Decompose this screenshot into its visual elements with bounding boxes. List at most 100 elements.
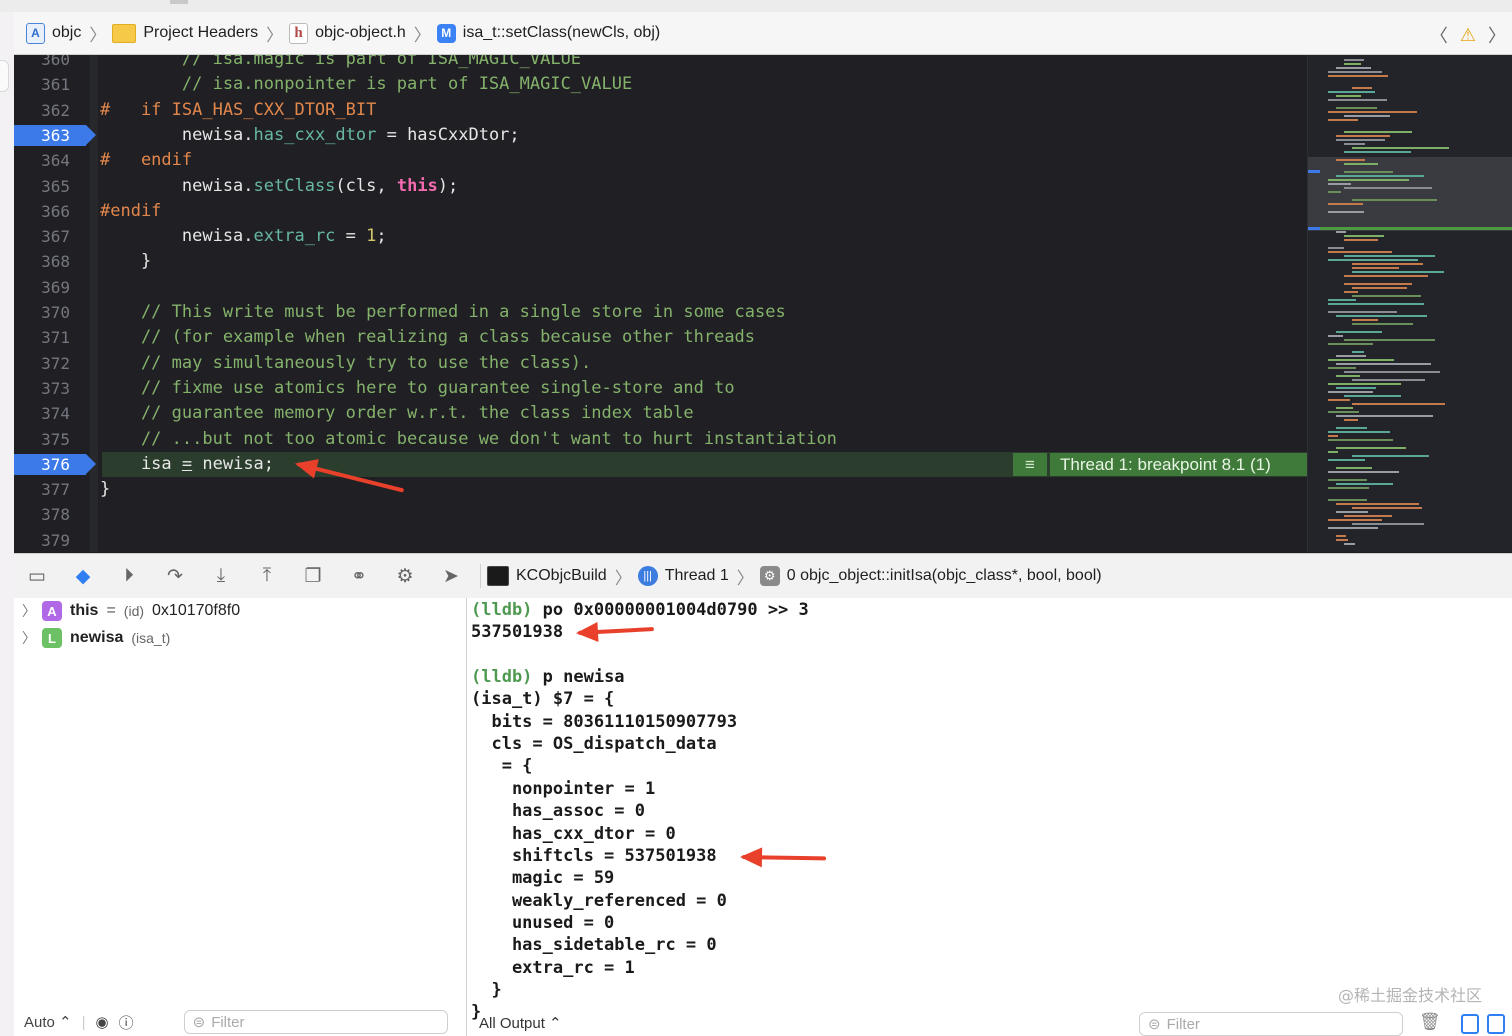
minimap-code-stroke: [1328, 479, 1367, 481]
minimap-code-stroke: [1336, 407, 1353, 409]
code-line[interactable]: 360 // isa.magic is part of ISA_MAGIC_VA…: [14, 55, 1307, 72]
console-filter-field[interactable]: ⊜ Filter: [1139, 1012, 1403, 1036]
code-text: // guarantee memory order w.r.t. the cla…: [100, 403, 694, 424]
minimap[interactable]: [1307, 55, 1512, 552]
code-text: # endif: [100, 150, 193, 171]
code-line[interactable]: 368 }: [14, 249, 1307, 274]
code-line[interactable]: 371 // (for example when realizing a cla…: [14, 325, 1307, 350]
continue-icon[interactable]: ⏵: [106, 565, 152, 587]
list-icon[interactable]: ≡: [1013, 452, 1047, 476]
output-selector[interactable]: All Output ⌃: [479, 1014, 562, 1032]
view-hierarchy-icon[interactable]: ❐: [290, 565, 336, 588]
trash-icon[interactable]: 🗑: [1419, 1012, 1441, 1032]
code-line[interactable]: 379: [14, 528, 1307, 552]
variables-view[interactable]: 〉 A this = (id) 0x10170f8f0 〉 L newisa (…: [14, 598, 467, 1036]
code-line[interactable]: 370 // This write must be performed in a…: [14, 300, 1307, 325]
line-number: 367: [41, 227, 70, 247]
code-line[interactable]: 364 # endif: [14, 148, 1307, 173]
minimap-code-stroke: [1336, 67, 1371, 69]
console-output-line: }: [471, 979, 501, 1001]
step-out-icon[interactable]: ⤒: [244, 565, 290, 587]
console-text: 537501938: [471, 622, 564, 643]
minimap-code-stroke: [1344, 255, 1435, 257]
chevron-right-icon: 〉: [89, 25, 107, 45]
minimap-code-stroke: [1336, 107, 1377, 109]
info-icon[interactable]: ⓘ: [119, 1012, 134, 1033]
line-number: 373: [41, 378, 70, 398]
disclosure-chevron-icon[interactable]: 〉: [22, 601, 36, 621]
breakpoints-toggle-icon[interactable]: ◆: [60, 565, 106, 588]
code-line[interactable]: 369: [14, 275, 1307, 300]
line-number: 377: [41, 480, 70, 500]
code-text: }: [100, 251, 152, 272]
minimap-code-stroke: [1328, 439, 1393, 441]
chevron-left-icon[interactable]: 〈: [1430, 22, 1448, 48]
disclosure-chevron-icon[interactable]: 〉: [22, 628, 36, 648]
jumpbar-item-symbol[interactable]: M isa_t::setClass(newCls, obj): [436, 23, 660, 43]
current-code-line[interactable]: 376 isa = newisa; ≡ Thread 1: breakpoint 8…: [14, 451, 1307, 477]
debug-stack-frame[interactable]: ⚙ 0 objc_object::initIsa(objc_class*, bo…: [759, 566, 1102, 586]
source-editor[interactable]: 360 // isa.magic is part of ISA_MAGIC_VA…: [14, 55, 1307, 552]
console-text: (isa_t) $7 = {: [471, 689, 615, 710]
variable-scope-selector[interactable]: Auto ⌃: [24, 1013, 72, 1031]
line-number: 365: [41, 176, 70, 196]
memory-graph-icon[interactable]: ⚭: [336, 565, 382, 588]
code-line[interactable]: 363 newisa.has_cxx_dtor = hasCxxDtor;: [14, 123, 1307, 148]
minimap-code-stroke: [1344, 131, 1412, 133]
step-into-icon[interactable]: ⤓: [198, 565, 244, 587]
line-number: 375: [41, 429, 70, 449]
code-text: // isa.nonpointer is part of ISA_MAGIC_V…: [100, 74, 633, 95]
code-line[interactable]: 375 // ...but not too atomic because we …: [14, 427, 1307, 452]
step-over-icon[interactable]: ↷: [152, 565, 198, 588]
console-output-line: magic = 59: [471, 867, 614, 889]
chevron-right-icon[interactable]: 〉: [1488, 22, 1506, 48]
variable-row-this[interactable]: 〉 A this = (id) 0x10170f8f0: [22, 598, 240, 624]
minimap-code-stroke: [1336, 503, 1419, 505]
console-command-line: (lldb) p newisa: [471, 666, 625, 688]
minimap-code-stroke: [1352, 271, 1444, 273]
header-file-icon: h: [289, 22, 309, 44]
thread-breakpoint-badge[interactable]: ≡ Thread 1: breakpoint 8.1 (1): [1013, 452, 1307, 476]
code-line[interactable]: 372 // may simultaneously try to use the…: [14, 351, 1307, 376]
argument-icon: A: [42, 601, 62, 621]
annotation-arrow: [741, 855, 827, 861]
variable-row-newisa[interactable]: 〉 L newisa (isa_t): [22, 625, 170, 651]
line-number: 366: [41, 201, 70, 221]
minimap-code-stroke: [1344, 151, 1411, 153]
minimap-code-stroke: [1344, 291, 1358, 293]
debug-thread[interactable]: ||| Thread 1: [637, 566, 729, 586]
jumpbar-item-group[interactable]: Project Headers: [112, 23, 258, 43]
simulate-location-icon[interactable]: ➤: [428, 565, 474, 588]
lldb-console[interactable]: (lldb) po 0x00000001004d0790 >> 3 5375019…: [467, 598, 1512, 1036]
code-line[interactable]: 378: [14, 502, 1307, 527]
code-line[interactable]: 366 #endif: [14, 199, 1307, 224]
code-line[interactable]: 377}: [14, 477, 1307, 502]
code-line[interactable]: 362 # if ISA_HAS_CXX_DTOR_BIT: [14, 98, 1307, 123]
line-number: 368: [41, 252, 70, 272]
eye-icon[interactable]: ◉: [96, 1013, 109, 1031]
minimap-code-stroke: [1344, 339, 1435, 341]
environment-overrides-icon[interactable]: ⚙: [382, 565, 428, 588]
jumpbar-item-file[interactable]: h objc-object.h: [289, 22, 406, 44]
minimap-code-stroke: [1336, 539, 1348, 541]
variables-filter-field[interactable]: ⊜ Filter: [183, 1010, 448, 1034]
show-console-pane-icon[interactable]: [1487, 1014, 1505, 1034]
console-output-line: (isa_t) $7 = {: [471, 688, 614, 710]
code-line[interactable]: 367 newisa.extra_rc = 1;: [14, 224, 1307, 249]
warning-icon[interactable]: ⚠: [1460, 25, 1476, 46]
code-text: }: [100, 479, 111, 500]
code-line[interactable]: 365 newisa.setClass(cls, this);: [14, 174, 1307, 199]
minimap-visible-region[interactable]: [1308, 157, 1512, 231]
code-line[interactable]: 374 // guarantee memory order w.r.t. the…: [14, 401, 1307, 426]
minimap-code-stroke: [1336, 231, 1346, 233]
debug-target[interactable]: KCObjcBuild: [487, 566, 607, 586]
minimap-code-stroke: [1352, 267, 1399, 269]
minimap-code-stroke: [1344, 115, 1390, 117]
line-number: 363: [41, 125, 70, 145]
jumpbar-item-project[interactable]: A objc: [26, 22, 81, 44]
show-variables-pane-icon[interactable]: [1461, 1014, 1479, 1034]
code-line[interactable]: 373 // fixme use atomics here to guarant…: [14, 376, 1307, 401]
sidebar-handle[interactable]: [0, 60, 9, 92]
hide-debug-area-icon[interactable]: ▭: [14, 565, 60, 588]
code-line[interactable]: 361 // isa.nonpointer is part of ISA_MAG…: [14, 72, 1307, 97]
